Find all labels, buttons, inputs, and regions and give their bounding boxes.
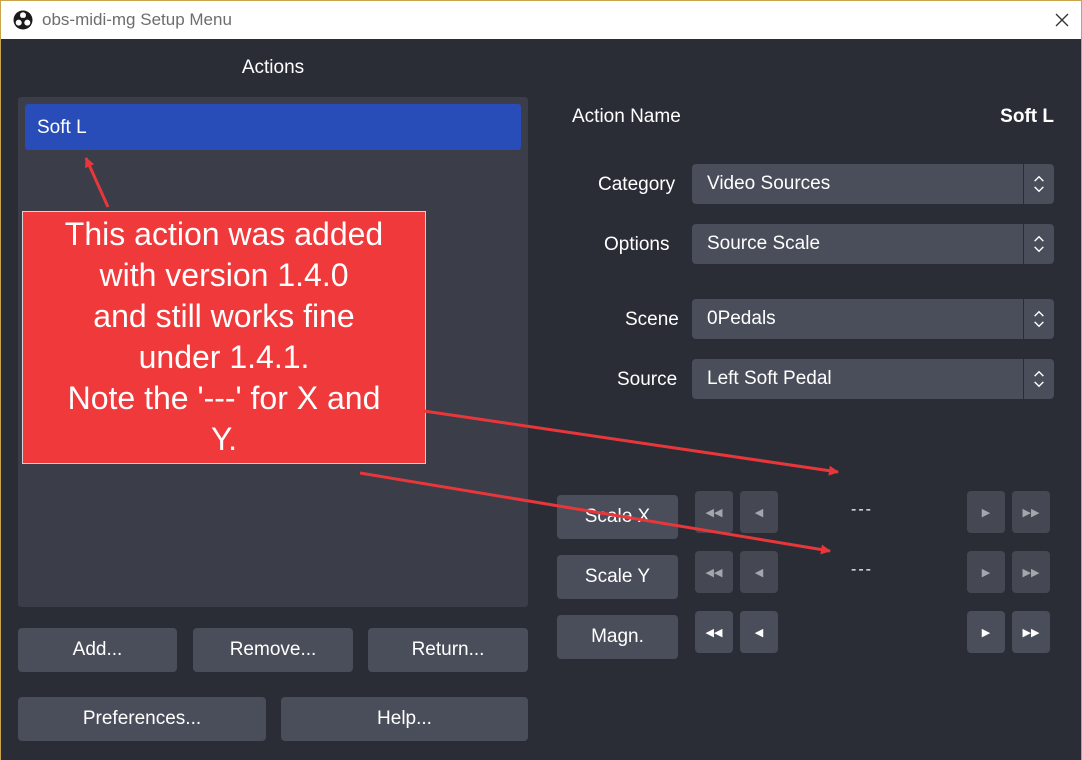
window-title: obs-midi-mg Setup Menu: [42, 10, 232, 29]
updown-arrow-icon: [1023, 224, 1044, 264]
fast-forward-icon[interactable]: ▶▶: [1012, 611, 1050, 653]
step-back-icon[interactable]: ◀: [740, 611, 778, 653]
step-forward-icon[interactable]: ▶: [967, 611, 1005, 653]
annotation-callout: This action was added with version 1.4.0…: [22, 211, 426, 464]
scene-select[interactable]: 0Pedals: [692, 299, 1054, 339]
list-item[interactable]: Soft L: [25, 104, 521, 150]
step-back-icon[interactable]: ◀: [740, 491, 778, 533]
annotation-line: Y.: [210, 421, 238, 457]
scene-label: Scene: [625, 309, 679, 330]
step-forward-icon[interactable]: ▶: [967, 551, 1005, 593]
fast-rewind-icon[interactable]: ◀◀: [695, 551, 733, 593]
annotation-line: This action was added: [64, 216, 384, 252]
updown-arrow-icon: [1023, 299, 1044, 339]
action-name-label: Action Name: [572, 106, 681, 127]
close-icon[interactable]: [1049, 7, 1075, 33]
fast-rewind-icon[interactable]: ◀◀: [695, 611, 733, 653]
category-select[interactable]: Video Sources: [692, 164, 1054, 204]
title-bar: obs-midi-mg Setup Menu: [1, 1, 1081, 39]
source-label: Source: [617, 369, 678, 390]
step-back-icon[interactable]: ◀: [740, 551, 778, 593]
return-button[interactable]: Return...: [368, 628, 528, 672]
scene-value: 0Pedals: [707, 308, 776, 329]
source-value: Left Soft Pedal: [707, 368, 832, 389]
remove-button[interactable]: Remove...: [193, 628, 353, 672]
options-value: Source Scale: [707, 233, 821, 254]
annotation-line: Note the '---' for X and: [67, 380, 381, 416]
add-button[interactable]: Add...: [18, 628, 177, 672]
scale-y-button[interactable]: Scale Y: [557, 555, 678, 599]
updown-arrow-icon: [1023, 359, 1044, 399]
scale-x-button[interactable]: Scale X: [557, 495, 678, 539]
fast-forward-icon[interactable]: ▶▶: [1012, 491, 1050, 533]
updown-arrow-icon: [1023, 164, 1044, 204]
fast-rewind-icon[interactable]: ◀◀: [695, 491, 733, 533]
annotation-line: and still works fine: [93, 298, 355, 334]
obs-logo-icon: [13, 10, 33, 30]
step-forward-icon[interactable]: ▶: [967, 491, 1005, 533]
preferences-button[interactable]: Preferences...: [18, 697, 266, 741]
source-select[interactable]: Left Soft Pedal: [692, 359, 1054, 399]
annotation-line: under 1.4.1.: [138, 339, 310, 375]
annotation-line: with version 1.4.0: [99, 257, 349, 293]
magnitude-button[interactable]: Magn.: [557, 615, 678, 659]
action-name-value: Soft L: [1000, 106, 1054, 127]
scale-x-value: ---: [851, 501, 873, 518]
category-label: Category: [598, 174, 676, 195]
fast-forward-icon[interactable]: ▶▶: [1012, 551, 1050, 593]
options-select[interactable]: Source Scale: [692, 224, 1054, 264]
actions-heading: Actions: [241, 57, 305, 78]
category-value: Video Sources: [707, 173, 831, 194]
scale-y-value: ---: [851, 561, 873, 578]
help-button[interactable]: Help...: [281, 697, 528, 741]
options-label: Options: [604, 234, 670, 255]
